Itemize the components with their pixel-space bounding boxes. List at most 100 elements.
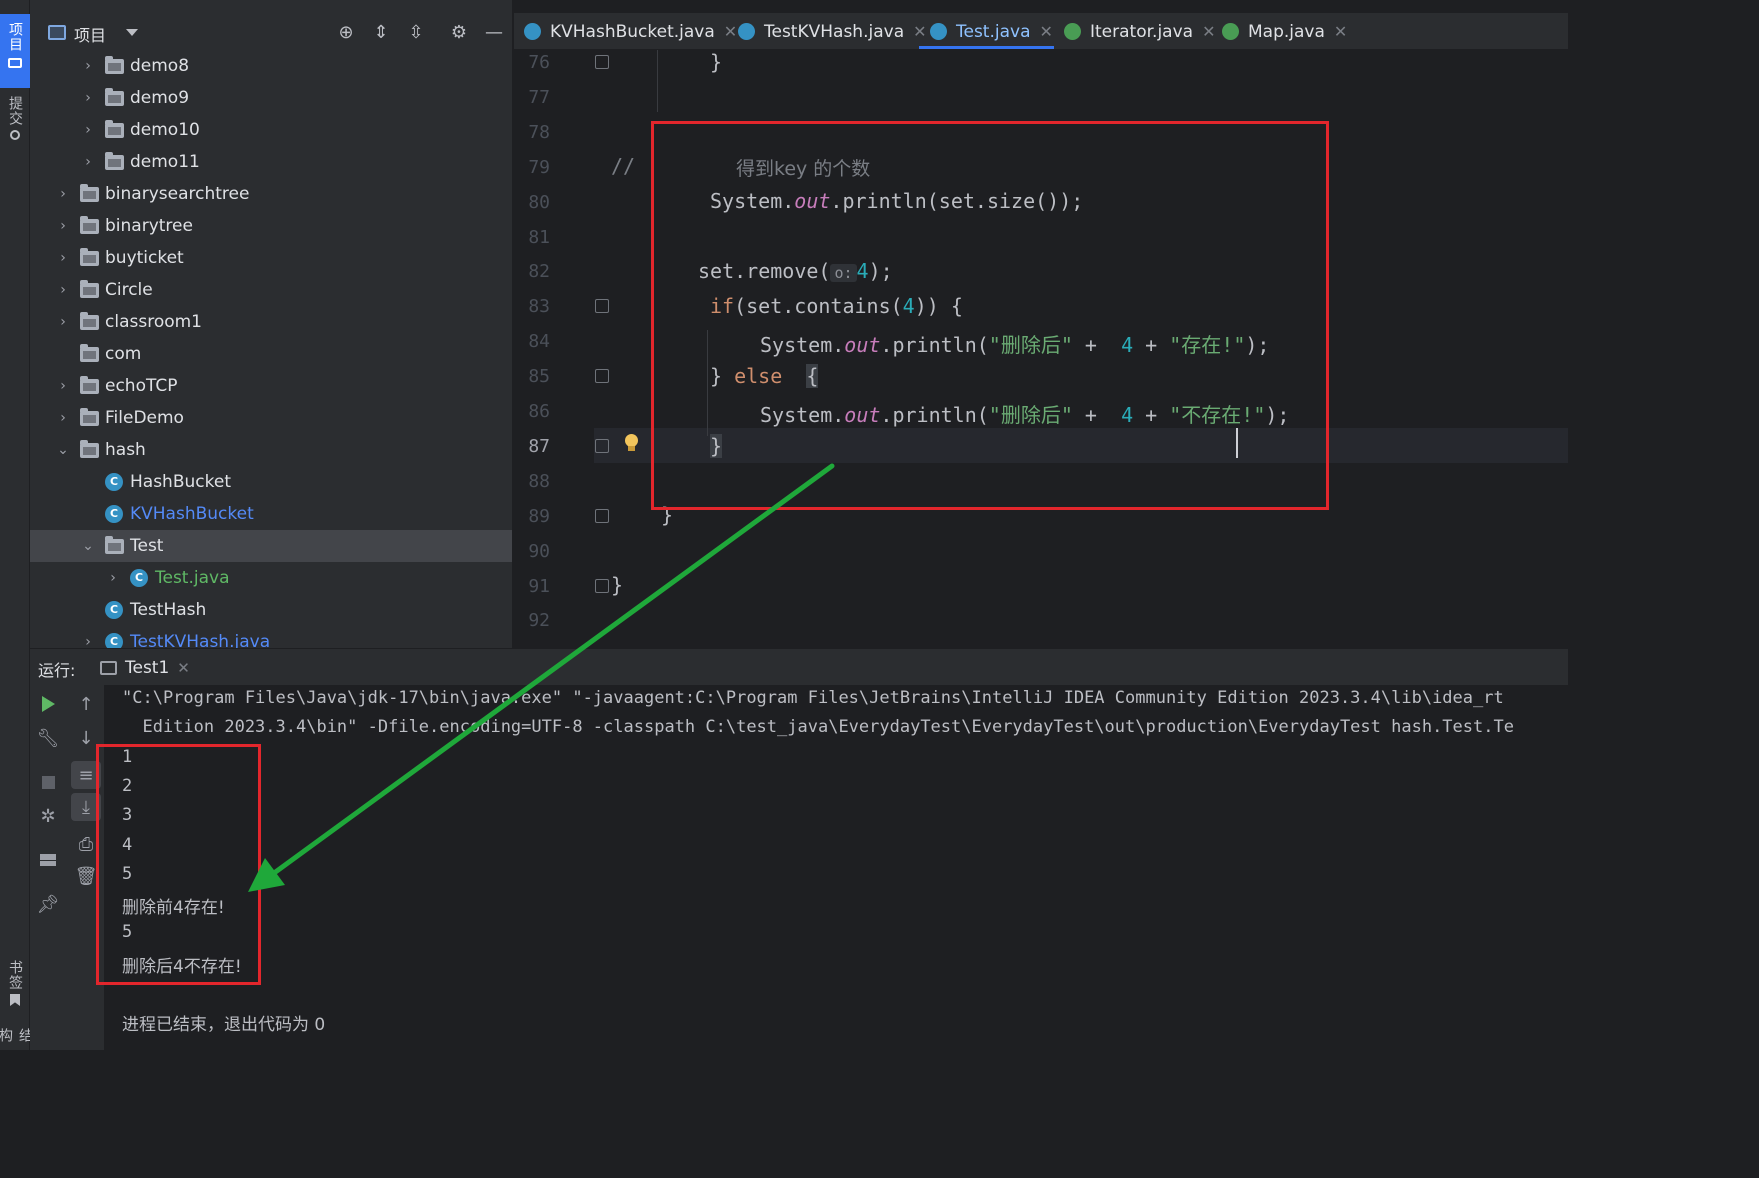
close-icon[interactable]: ✕ (1334, 22, 1347, 41)
editor-tab[interactable]: Iterator.java ✕ (1064, 13, 1215, 50)
fold-marker-icon[interactable] (595, 55, 609, 69)
close-icon[interactable]: ✕ (913, 22, 926, 41)
chevron-right-icon[interactable]: › (81, 626, 95, 648)
chevron-right-icon[interactable]: › (81, 50, 95, 82)
arrow-down-icon[interactable]: ↓ (74, 727, 98, 749)
chevron-right-icon[interactable]: › (56, 370, 70, 402)
line-number: 76 (528, 52, 550, 73)
chevron-right-icon[interactable]: › (56, 402, 70, 434)
interface-icon (1064, 23, 1081, 40)
fold-marker-icon[interactable] (595, 578, 609, 593)
tree-item[interactable]: ⌄ hash (30, 434, 512, 466)
tree-item[interactable]: › Circle (30, 274, 512, 306)
tree-item-label: binarytree (105, 216, 193, 236)
java-class-icon (930, 23, 947, 40)
line-number: 83 (528, 296, 550, 318)
minimize-icon[interactable]: — (483, 22, 505, 44)
tree-item[interactable]: › echoTCP (30, 370, 512, 402)
chevron-right-icon[interactable]: › (56, 178, 70, 210)
tree-item[interactable]: ⌄ Test (30, 530, 512, 562)
close-icon[interactable]: ✕ (1202, 22, 1215, 41)
run-toolbar-secondary: ↑ ↓ ≡ ⤓ ⎙ 🗑︎ (67, 685, 105, 1050)
commit-icon (10, 130, 20, 140)
editor-tab[interactable]: Map.java ✕ (1222, 13, 1347, 50)
folder-icon (105, 152, 124, 170)
lightbulb-icon[interactable] (624, 434, 638, 452)
tree-item[interactable]: › C Test.java (30, 562, 512, 594)
tree-item[interactable]: › demo11 (30, 146, 512, 178)
chevron-right-icon[interactable]: › (56, 242, 70, 274)
chevron-right-icon[interactable]: › (56, 274, 70, 306)
debug-icon[interactable]: ✲ (36, 805, 60, 827)
tree-item[interactable]: com (30, 338, 512, 370)
close-icon[interactable]: ✕ (724, 22, 737, 41)
tree-item[interactable]: C TestHash (30, 594, 512, 626)
close-icon[interactable]: ✕ (177, 659, 190, 677)
bookmarks-tool-button[interactable]: 书签 (0, 960, 30, 1016)
gear-icon[interactable]: ⚙ (448, 22, 470, 44)
fold-marker-icon[interactable] (595, 508, 609, 523)
chevron-right-icon[interactable]: › (56, 306, 70, 338)
tree-item-label: TestHash (130, 600, 207, 620)
stop-icon[interactable] (36, 771, 60, 793)
locate-icon[interactable]: ⊕ (335, 22, 357, 44)
chevron-right-icon[interactable]: › (81, 146, 95, 178)
pin-icon[interactable]: 📌︎ (36, 893, 60, 915)
rerun-icon[interactable] (36, 693, 60, 715)
chevron-right-icon[interactable]: › (56, 210, 70, 242)
tree-item[interactable]: › FileDemo (30, 402, 512, 434)
fold-marker-icon[interactable] (595, 438, 609, 453)
tree-item[interactable]: › demo10 (30, 114, 512, 146)
chevron-right-icon[interactable]: › (81, 114, 95, 146)
chevron-down-icon[interactable] (126, 29, 138, 36)
chevron-down-icon[interactable]: ⌄ (56, 434, 70, 466)
editor-tab[interactable]: KVHashBucket.java ✕ (524, 13, 737, 50)
print-icon[interactable]: ⎙ (74, 833, 98, 855)
tree-item-label: HashBucket (130, 472, 231, 492)
run-tab[interactable]: Test1 ✕ (100, 649, 190, 686)
tree-item[interactable]: › binarysearchtree (30, 178, 512, 210)
line-number: 79 (528, 156, 550, 178)
editor-tab[interactable]: TestKVHash.java ✕ (738, 13, 927, 50)
code-editor[interactable]: 76 77 78 79 80 81 82 83 84 85 86 87 88 89 90 91 92 } // … (514, 50, 1568, 648)
soft-wrap-icon[interactable]: ≡ (71, 761, 101, 789)
console-line: Edition 2023.3.4\bin" -Dfile.encoding=UT… (122, 717, 1514, 738)
close-icon[interactable]: ✕ (1040, 22, 1053, 41)
chevron-right-icon[interactable]: › (81, 82, 95, 114)
console-output[interactable]: "C:\Program Files\Java\jdk-17\bin\java.e… (105, 685, 1568, 1050)
tree-item[interactable]: › demo9 (30, 82, 512, 114)
scroll-to-end-icon[interactable]: ⤓ (71, 793, 101, 821)
fold-marker-icon[interactable] (595, 369, 609, 384)
editor-tab[interactable]: Test.java ✕ (930, 13, 1053, 50)
chevron-down-icon[interactable]: ⌄ (81, 530, 95, 562)
arrow-up-icon[interactable]: ↑ (74, 693, 98, 715)
project-title[interactable]: 项目 (74, 22, 106, 46)
code-line-83: if(set.contains(4)) { (710, 294, 963, 318)
chevron-right-icon[interactable]: › (106, 562, 120, 594)
project-tool-button[interactable]: 项目 (0, 14, 30, 88)
fold-marker-icon[interactable] (595, 299, 609, 314)
tree-item[interactable]: › binarytree (30, 210, 512, 242)
structure-tool-button[interactable]: 结构 (0, 1028, 33, 1050)
tree-item[interactable]: C HashBucket (30, 466, 512, 498)
commit-tool-button[interactable]: 提交 (0, 96, 30, 152)
tree-item[interactable]: › classroom1 (30, 306, 512, 338)
line-number: 84 (528, 331, 550, 353)
folder-icon (80, 408, 99, 426)
tree-item[interactable]: › C TestKVHash.java (30, 626, 512, 648)
expand-all-icon[interactable]: ⇕ (370, 22, 392, 44)
tree-item[interactable]: › buyticket (30, 242, 512, 274)
folder-icon (80, 440, 99, 458)
tree-item[interactable]: › demo8 (30, 50, 512, 82)
wrench-icon[interactable]: 🔧︎ (36, 727, 60, 749)
collapse-all-icon[interactable]: ⇳ (405, 22, 427, 44)
tree-item[interactable]: C KVHashBucket (30, 498, 512, 530)
editor-tab-label: TestKVHash.java (764, 21, 905, 42)
code-line-84: System.out.println("删除后" + 4 + "存在!"); (760, 333, 1270, 357)
line-number: 92 (528, 610, 550, 632)
text-caret (1236, 428, 1238, 458)
indent-guide (657, 50, 658, 112)
trash-icon[interactable]: 🗑︎ (74, 865, 98, 887)
java-class-icon: C (105, 473, 123, 491)
layout-icon[interactable] (36, 849, 60, 871)
